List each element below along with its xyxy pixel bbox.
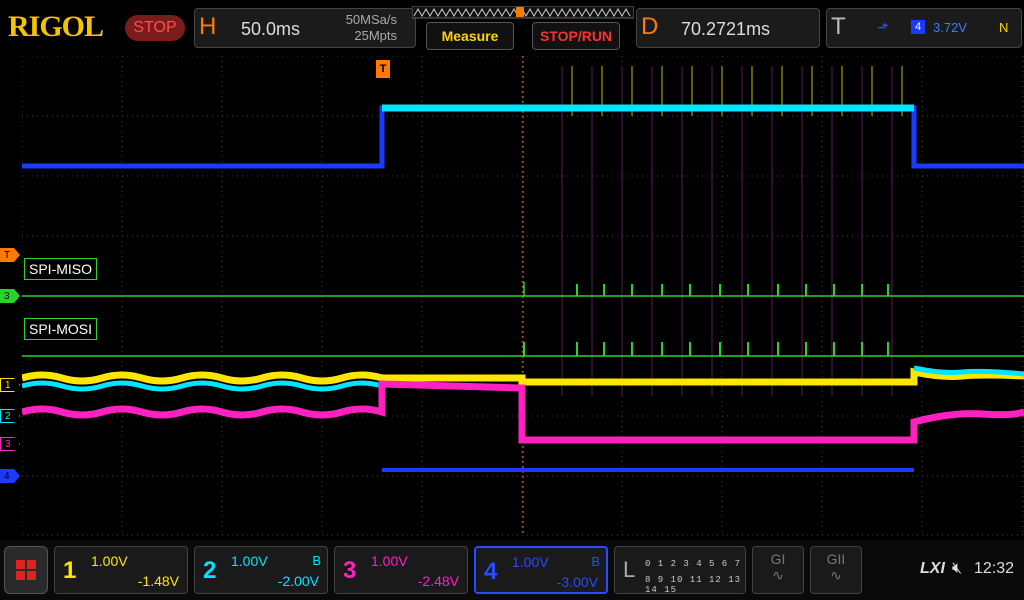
sine-wave-icon: ∿	[830, 567, 842, 583]
trigger-source: 4	[911, 20, 925, 34]
timebase-value: 50.0ms	[241, 19, 301, 39]
grid-menu-icon	[16, 560, 36, 580]
ch2-bandwidth-limit: B	[312, 553, 321, 568]
logic-analyzer-settings[interactable]: L 0 1 2 3 4 5 6 7 8 9 10 11 12 13 14 15	[614, 546, 746, 595]
ch3-number: 3	[343, 557, 357, 584]
horizontal-panel[interactable]: H 50.0ms 50MSa/s 25Mpts	[194, 8, 416, 48]
logic-channels-row2: 8 9 10 11 12 13 14 15	[645, 575, 742, 595]
memory-depth: 25Mpts	[354, 28, 397, 43]
trigger-position-marker[interactable]: T	[376, 60, 390, 78]
ch1-offset: -1.48V	[137, 573, 179, 589]
ch3-scale: 1.00V	[371, 553, 408, 569]
trigger-position-meter	[412, 6, 634, 19]
ch4-settings[interactable]: 4 1.00V B -3.00V	[474, 546, 608, 594]
sine-wave-icon: ∿	[772, 567, 784, 583]
rising-edge-icon: ⬏	[877, 19, 889, 35]
ch4-bandwidth-limit: B	[591, 554, 600, 569]
ch3-offset-marker[interactable]: 3	[0, 437, 20, 451]
ch2-settings[interactable]: 2 1.00V B -2.00V	[194, 546, 328, 594]
run-state-badge: STOP	[125, 15, 185, 41]
delay-value: 70.2721ms	[681, 19, 771, 39]
ch1-scale: 1.00V	[91, 553, 128, 569]
bottom-bar: 1 1.00V -1.48V 2 1.00V B -2.00V 3 1.00V …	[0, 540, 1024, 600]
trigger-mode: N	[999, 20, 1009, 35]
generator-2-button[interactable]: GII ∿	[810, 546, 862, 594]
trigger-level: 3.72V	[933, 20, 967, 35]
ch2-offset-marker[interactable]: 2	[0, 409, 20, 423]
acquisition-info: 50MSa/s 25Mpts	[346, 12, 397, 44]
ch4-offset-marker[interactable]: 4	[0, 469, 20, 483]
ch2-number: 2	[203, 557, 217, 584]
ch3-trace	[22, 380, 1024, 444]
trigger-level-marker[interactable]: T	[0, 248, 20, 262]
ch3-offset: -2.48V	[417, 573, 459, 589]
ch1-trace	[22, 367, 1024, 386]
delay-panel[interactable]: D 70.2721ms	[636, 8, 820, 48]
stop-run-button[interactable]: STOP/RUN	[532, 22, 620, 50]
speaker-muted-icon[interactable]: 🔇︎	[952, 560, 962, 578]
ch2-scale: 1.00V	[231, 553, 268, 569]
clock: 12:32	[974, 560, 1015, 577]
top-bar: RIGOL STOP H 50.0ms 50MSa/s 25Mpts Measu…	[0, 0, 1024, 52]
logic-channels-row1: 0 1 2 3 4 5 6 7	[645, 559, 742, 569]
ch1-offset-marker[interactable]: 1	[0, 378, 20, 392]
spi-mosi-label: SPI-MOSI	[24, 318, 98, 340]
generator-1-label: GI	[770, 551, 786, 567]
digital-miso-trace	[22, 282, 1024, 297]
horizontal-tag: H	[199, 13, 217, 40]
menu-button[interactable]	[4, 546, 48, 594]
ch4-offset: -3.00V	[556, 574, 598, 590]
lxi-icon: LXI	[920, 560, 945, 577]
spi-miso-label: SPI-MISO	[24, 258, 98, 280]
ch1-settings[interactable]: 1 1.00V -1.48V	[54, 546, 188, 594]
waveform-display[interactable]	[22, 56, 1024, 536]
generator-2-label: GII	[826, 551, 846, 567]
delay-tag: D	[641, 13, 659, 40]
rigol-logo: RIGOL	[8, 10, 104, 43]
ch3-settings[interactable]: 3 1.00V -2.48V	[334, 546, 468, 594]
measure-button[interactable]: Measure	[426, 22, 514, 50]
trigger-panel[interactable]: T ⬏ 4 3.72V N	[826, 8, 1022, 48]
ch2-offset: -2.00V	[277, 573, 319, 589]
trigger-tag: T	[831, 13, 846, 40]
generator-1-button[interactable]: GI ∿	[752, 546, 804, 594]
sample-rate: 50MSa/s	[345, 12, 397, 27]
logic-tag: L	[623, 557, 636, 582]
ch4-number: 4	[484, 558, 498, 585]
ch4-scale: 1.00V	[512, 554, 549, 570]
digital-3-marker[interactable]: 3	[0, 289, 20, 303]
ch1-number: 1	[63, 557, 77, 584]
